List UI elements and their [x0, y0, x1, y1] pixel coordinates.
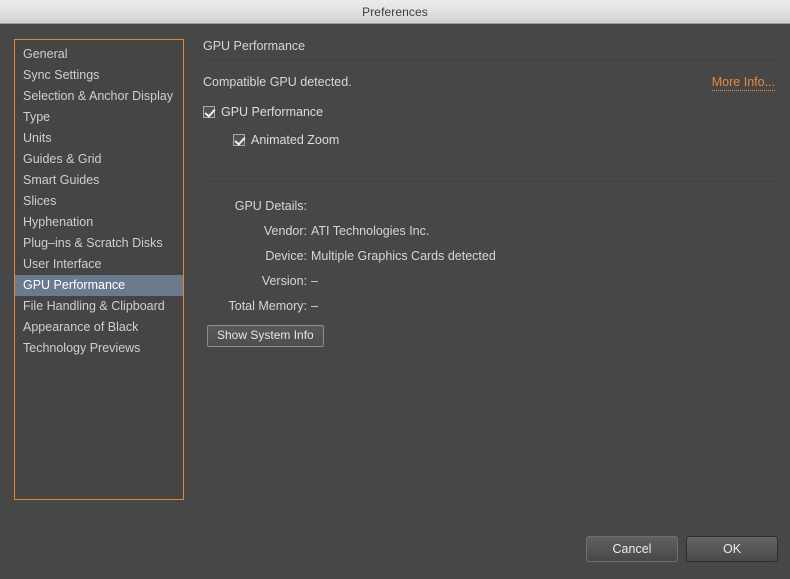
gpu-detail-row: Total Memory: – — [203, 299, 775, 313]
window-titlebar: Preferences — [0, 0, 790, 24]
sidebar-item-gpu-performance[interactable]: GPU Performance — [15, 275, 183, 296]
sidebar-item-smart-guides[interactable]: Smart Guides — [15, 170, 183, 191]
gpu-status-text: Compatible GPU detected. — [203, 75, 352, 89]
sidebar-item-sync-settings[interactable]: Sync Settings — [15, 65, 183, 86]
sidebar-item-plug-ins-scratch-disks[interactable]: Plug–ins & Scratch Disks — [15, 233, 183, 254]
gpu-detail-value: – — [311, 274, 318, 288]
gpu-detail-value: Multiple Graphics Cards detected — [311, 249, 496, 263]
gpu-detail-label: Vendor: — [263, 224, 307, 238]
gpu-detail-value: – — [311, 299, 318, 313]
preferences-dialog: Preferences General Sync Settings Selectio… — [0, 0, 790, 579]
show-system-info-button[interactable]: Show System Info — [207, 325, 324, 347]
more-info-link[interactable]: More Info... — [711, 75, 775, 91]
checkbox-animated-zoom[interactable] — [233, 134, 245, 146]
gpu-details-section: GPU Details: Vendor: ATI Technologies Inc… — [203, 199, 775, 313]
dialog-body: General Sync Settings Selection & Anchor D… — [0, 25, 790, 579]
ok-button[interactable]: OK — [686, 536, 778, 562]
cancel-button[interactable]: Cancel — [586, 536, 678, 562]
sidebar-item-general[interactable]: General — [15, 44, 183, 65]
sidebar-item-guides-grid[interactable]: Guides & Grid — [15, 149, 183, 170]
gpu-details-rows: Vendor: ATI Technologies Inc. Device: Multi… — [203, 224, 775, 313]
gpu-detail-row: Vendor: ATI Technologies Inc. — [203, 224, 775, 238]
header-divider — [203, 59, 775, 60]
gpu-status-row: Compatible GPU detected. More Info... — [203, 75, 775, 91]
sidebar-item-file-handling-clipboard[interactable]: File Handling & Clipboard — [15, 296, 183, 317]
gpu-details-title-row: GPU Details: — [203, 199, 775, 213]
sidebar-item-slices[interactable]: Slices — [15, 191, 183, 212]
checkbox-row-animated-zoom[interactable]: Animated Zoom — [233, 133, 775, 147]
sidebar-item-hyphenation[interactable]: Hyphenation — [15, 212, 183, 233]
preferences-category-list[interactable]: General Sync Settings Selection & Anchor D… — [14, 39, 184, 500]
gpu-detail-label: Version: — [261, 274, 307, 288]
window-title: Preferences — [362, 4, 428, 19]
sidebar-item-technology-previews[interactable]: Technology Previews — [15, 338, 183, 359]
gpu-detail-value: ATI Technologies Inc. — [311, 224, 430, 238]
sidebar-item-appearance-of-black[interactable]: Appearance of Black — [15, 317, 183, 338]
gpu-detail-row: Version: – — [203, 274, 775, 288]
sidebar-item-user-interface[interactable]: User Interface — [15, 254, 183, 275]
gpu-detail-row: Device: Multiple Graphics Cards detected — [203, 249, 775, 263]
dialog-footer: Cancel OK — [586, 536, 778, 562]
gpu-detail-label: Device: — [265, 249, 307, 263]
gpu-detail-label: Total Memory: — [228, 299, 308, 313]
checkbox-row-gpu-performance[interactable]: GPU Performance — [203, 105, 775, 119]
gpu-details-title: GPU Details: — [234, 199, 307, 213]
show-system-info-wrap: Show System Info — [207, 325, 775, 347]
preferences-main-panel: GPU Performance Compatible GPU detected.… — [203, 39, 775, 559]
section-divider — [203, 181, 775, 182]
sidebar-item-type[interactable]: Type — [15, 107, 183, 128]
checkbox-label-animated-zoom: Animated Zoom — [251, 133, 340, 147]
sidebar-item-selection-anchor-display[interactable]: Selection & Anchor Display — [15, 86, 183, 107]
checkbox-label-gpu-performance: GPU Performance — [221, 105, 324, 119]
checkbox-gpu-performance[interactable] — [203, 106, 215, 118]
sidebar-item-units[interactable]: Units — [15, 128, 183, 149]
page-title: GPU Performance — [203, 39, 306, 53]
